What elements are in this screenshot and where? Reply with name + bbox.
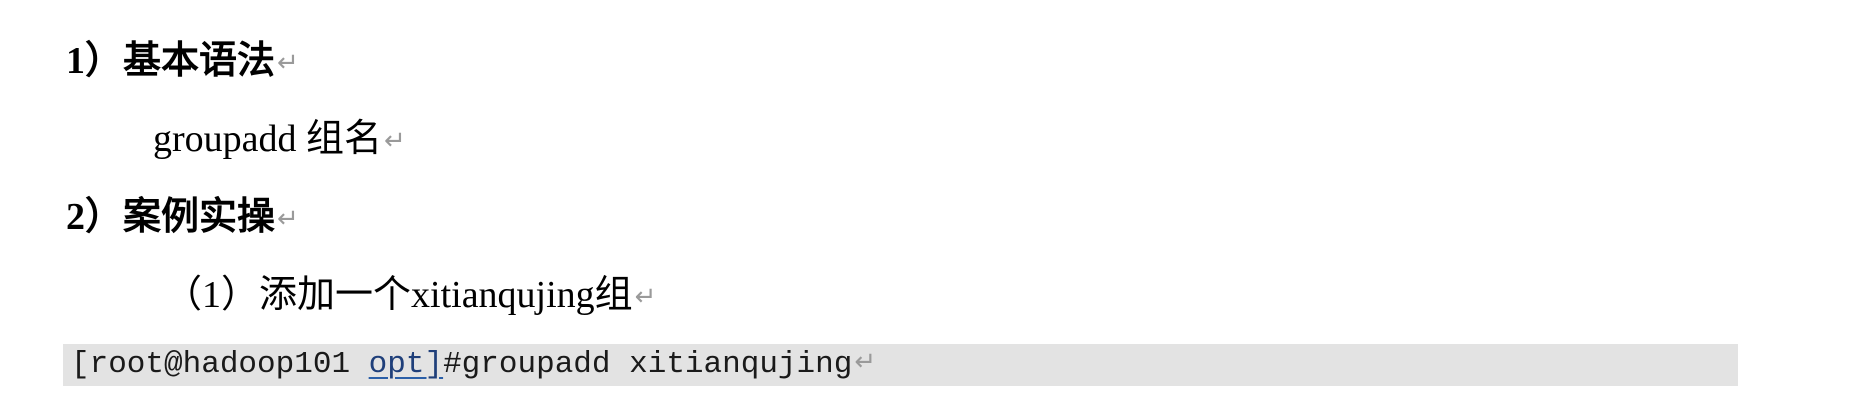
section-title: 案例实操 [123,196,276,238]
section-heading-basic-syntax: 1）基本语法↵ [66,42,299,80]
syntax-line: groupadd 组名↵ [153,120,406,158]
syntax-argument: 组名 [306,118,383,160]
section-number: 1） [66,40,124,82]
case-step-line: （1）添加一个xitianqujing组↵ [164,276,656,314]
paragraph-mark-icon: ↵ [277,204,299,234]
code-block: [root@hadoop101 opt]#groupadd xitianquji… [63,344,1738,386]
case-step-number: （1） [164,274,260,316]
paragraph-mark-icon: ↵ [277,48,299,78]
code-line: [root@hadoop101 opt]#groupadd xitianquji… [71,347,877,382]
code-command: #groupadd xitianqujing [443,347,853,382]
section-number: 2） [66,196,124,238]
paragraph-mark-icon: ↵ [854,347,877,377]
syntax-command: groupadd [153,118,297,160]
code-prompt-directory: opt] [368,347,444,382]
paragraph-mark-icon: ↵ [384,126,406,156]
section-title: 基本语法 [123,40,276,82]
code-prompt-prefix: [root@hadoop101 [71,347,369,382]
paragraph-mark-icon: ↵ [634,282,657,312]
section-heading-case-practice: 2）案例实操↵ [66,198,299,236]
case-step-text: 添加一个xitianqujing组 [259,274,633,316]
